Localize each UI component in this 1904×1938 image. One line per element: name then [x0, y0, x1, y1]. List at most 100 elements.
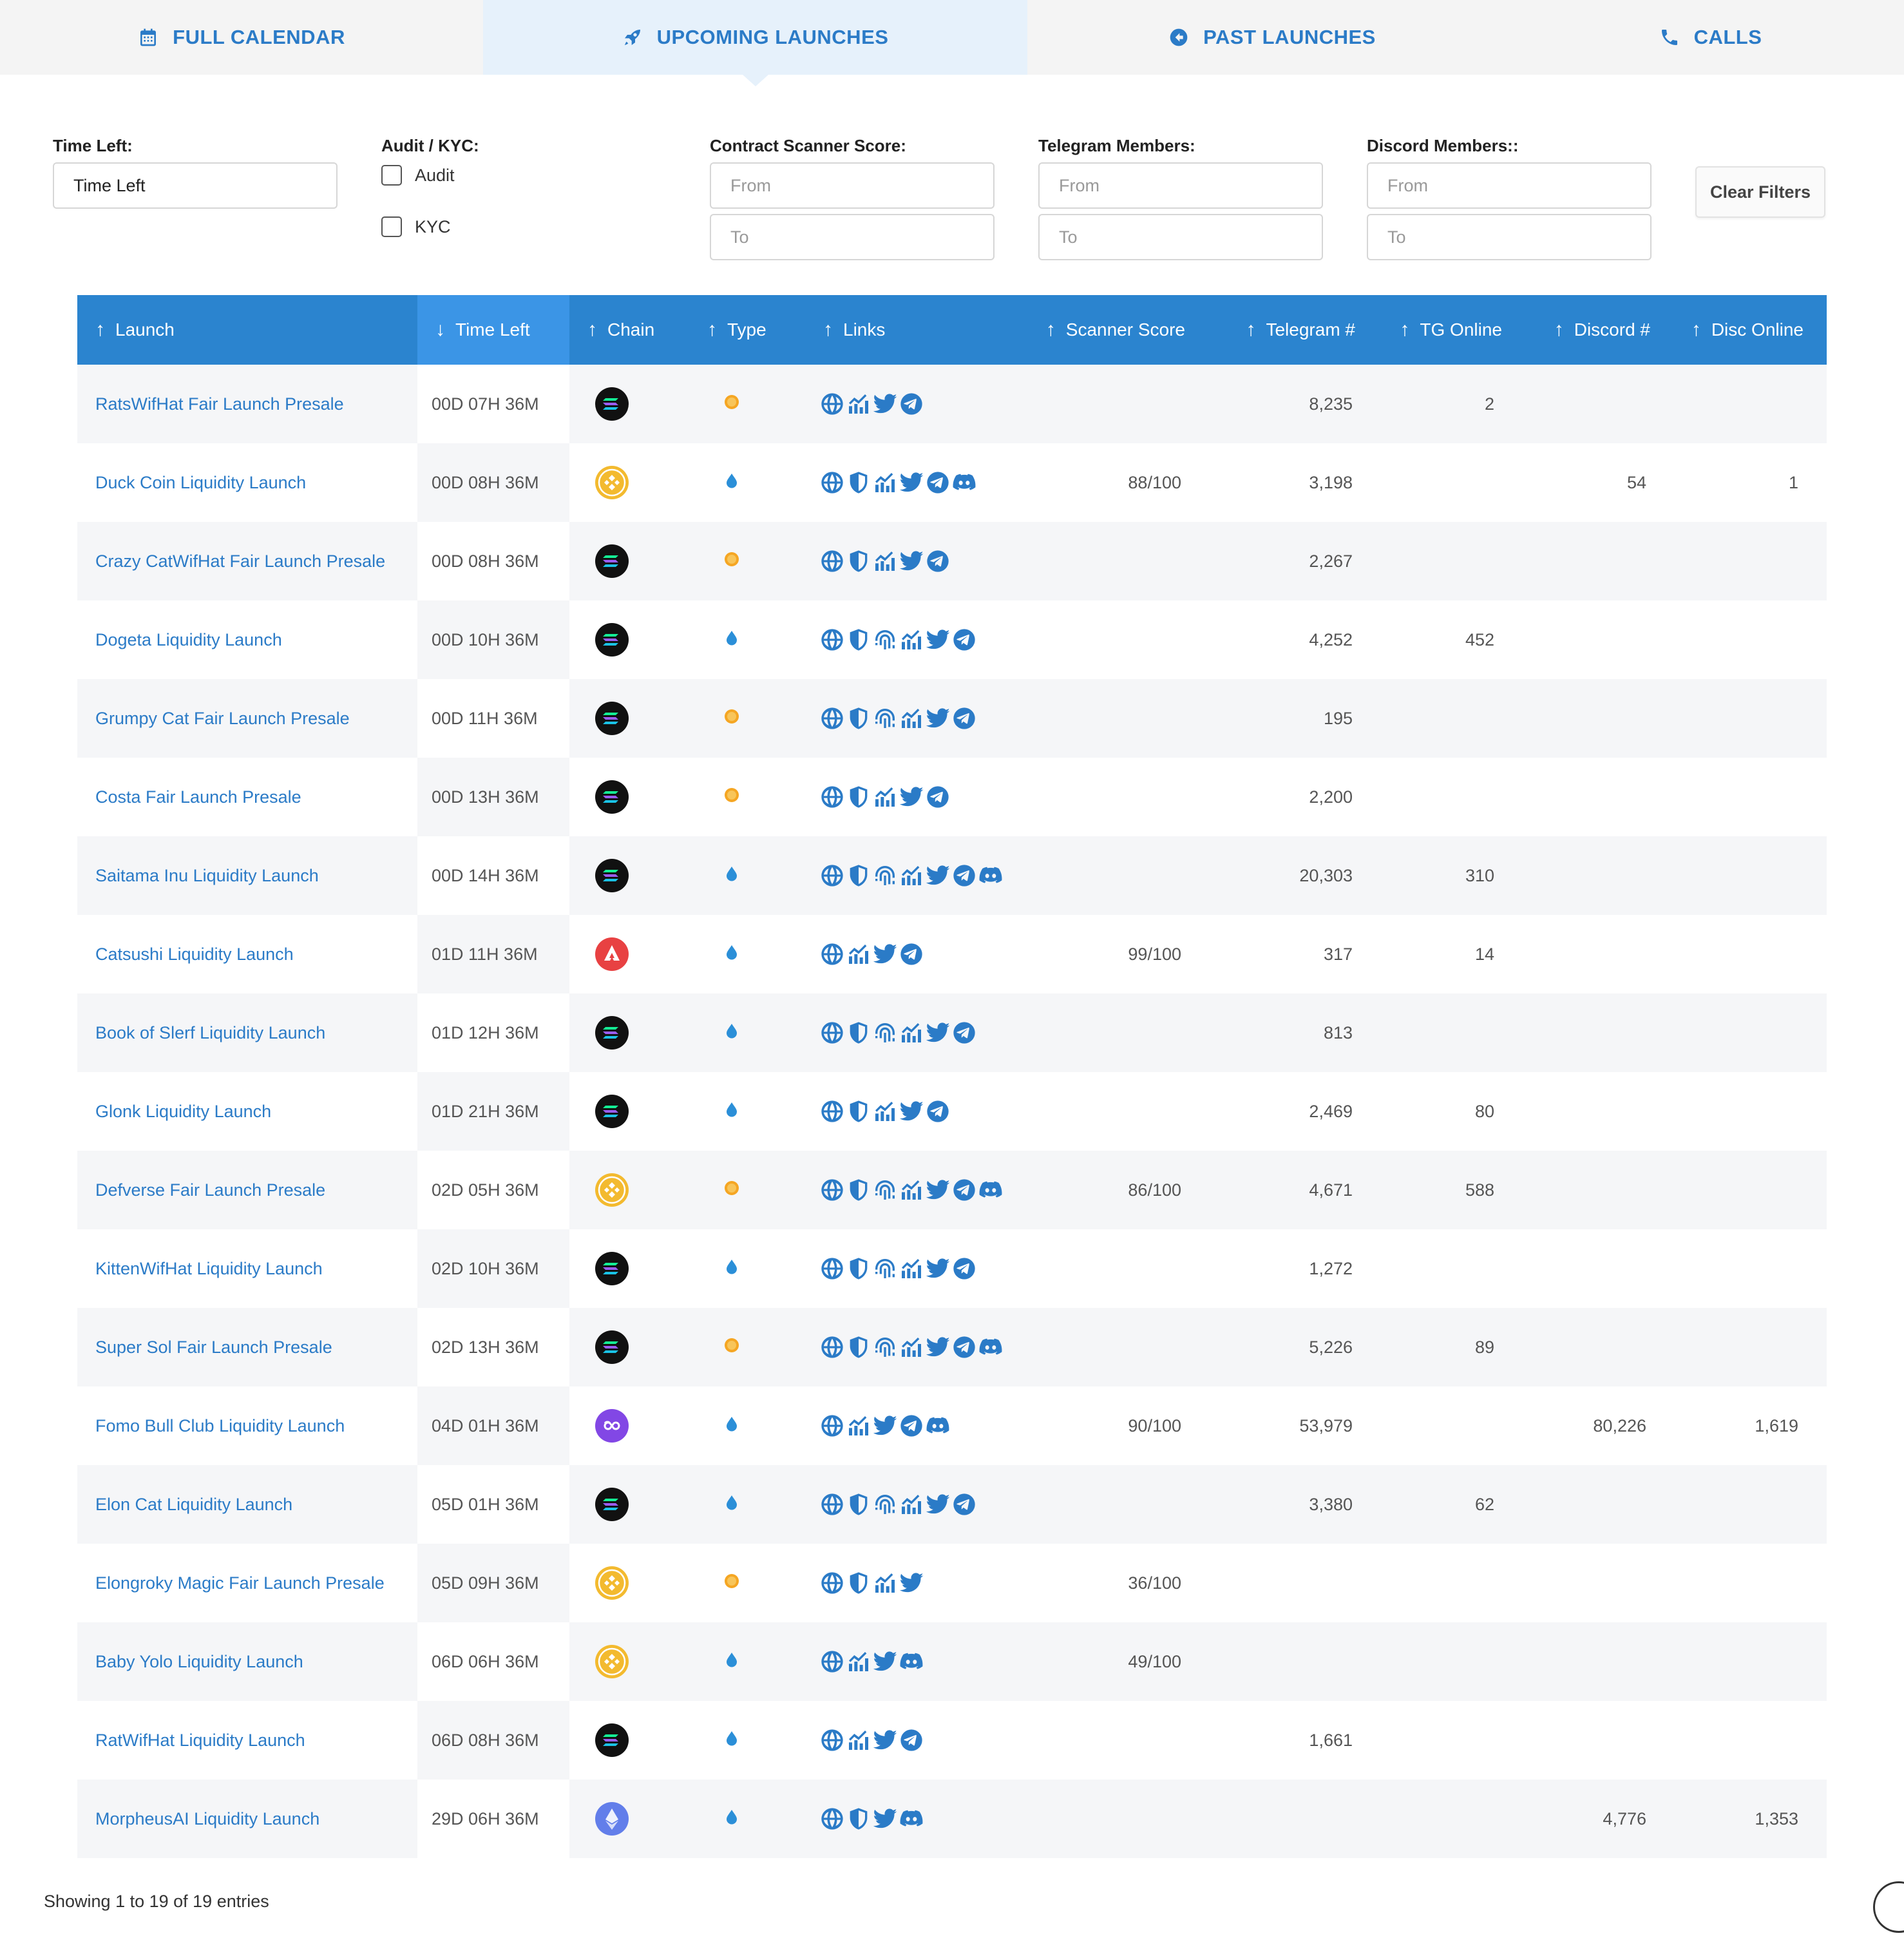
column-header-telegram[interactable]: ↑ Telegram #: [1211, 295, 1385, 365]
twitter-link-icon[interactable]: [925, 1256, 951, 1281]
telegram-link-icon[interactable]: [899, 1413, 924, 1439]
chart-link-icon[interactable]: [899, 705, 924, 731]
twitter-link-icon[interactable]: [925, 863, 951, 888]
chart-link-icon[interactable]: [846, 1727, 871, 1753]
column-header-tg-online[interactable]: ↑ TG Online: [1385, 295, 1534, 365]
column-header-chain[interactable]: ↑ Chain: [569, 295, 689, 365]
discord-to-input[interactable]: [1367, 214, 1652, 260]
web-link-icon[interactable]: [819, 1256, 845, 1281]
shield-link-icon[interactable]: [846, 1177, 871, 1203]
twitter-link-icon[interactable]: [925, 1492, 951, 1517]
audit-checkbox[interactable]: Audit: [381, 162, 479, 188]
discord-from-input[interactable]: [1367, 162, 1652, 209]
shield-link-icon[interactable]: [846, 1806, 871, 1832]
telegram-link-icon[interactable]: [899, 391, 924, 417]
chart-link-icon[interactable]: [899, 627, 924, 653]
telegram-link-icon[interactable]: [951, 1020, 977, 1046]
chart-link-icon[interactable]: [872, 784, 898, 810]
chat-launcher-button[interactable]: [1873, 1881, 1904, 1933]
twitter-link-icon[interactable]: [925, 705, 951, 731]
column-header-scanner-score[interactable]: ↑ Scanner Score: [1024, 295, 1211, 365]
twitter-link-icon[interactable]: [899, 784, 924, 810]
web-link-icon[interactable]: [819, 627, 845, 653]
shield-link-icon[interactable]: [846, 1020, 871, 1046]
shield-link-icon[interactable]: [846, 627, 871, 653]
discord-link-icon[interactable]: [978, 1177, 1004, 1203]
tab-upcoming-launches[interactable]: UPCOMING LAUNCHES: [483, 0, 1027, 86]
web-link-icon[interactable]: [819, 1649, 845, 1674]
twitter-link-icon[interactable]: [899, 470, 924, 495]
twitter-link-icon[interactable]: [872, 941, 898, 967]
telegram-link-icon[interactable]: [951, 863, 977, 888]
web-link-icon[interactable]: [819, 941, 845, 967]
launch-link[interactable]: Catsushi Liquidity Launch: [95, 945, 294, 964]
fingerprint-link-icon[interactable]: [872, 863, 898, 888]
twitter-link-icon[interactable]: [872, 1413, 898, 1439]
launch-link[interactable]: Grumpy Cat Fair Launch Presale: [95, 709, 350, 729]
web-link-icon[interactable]: [819, 1727, 845, 1753]
web-link-icon[interactable]: [819, 1334, 845, 1360]
column-header-time-left[interactable]: ↓ Time Left: [417, 295, 569, 365]
launch-link[interactable]: Crazy CatWifHat Fair Launch Presale: [95, 552, 385, 571]
web-link-icon[interactable]: [819, 1570, 845, 1596]
kyc-checkbox[interactable]: KYC: [381, 214, 479, 240]
scanner-from-input[interactable]: [710, 162, 995, 209]
web-link-icon[interactable]: [819, 863, 845, 888]
launch-link[interactable]: Elongroky Magic Fair Launch Presale: [95, 1573, 385, 1593]
launch-link[interactable]: Defverse Fair Launch Presale: [95, 1180, 325, 1200]
shield-link-icon[interactable]: [846, 863, 871, 888]
chart-link-icon[interactable]: [846, 941, 871, 967]
discord-link-icon[interactable]: [978, 1334, 1004, 1360]
chart-link-icon[interactable]: [899, 1177, 924, 1203]
chart-link-icon[interactable]: [872, 470, 898, 495]
column-header-discord[interactable]: ↑ Discord #: [1534, 295, 1686, 365]
web-link-icon[interactable]: [819, 548, 845, 574]
web-link-icon[interactable]: [819, 391, 845, 417]
chart-link-icon[interactable]: [872, 1099, 898, 1124]
telegram-to-input[interactable]: [1038, 214, 1323, 260]
telegram-link-icon[interactable]: [925, 470, 951, 495]
telegram-link-icon[interactable]: [951, 1256, 977, 1281]
fingerprint-link-icon[interactable]: [872, 1177, 898, 1203]
launch-link[interactable]: Glonk Liquidity Launch: [95, 1102, 271, 1122]
launch-link[interactable]: RatsWifHat Fair Launch Presale: [95, 394, 344, 414]
telegram-link-icon[interactable]: [899, 1727, 924, 1753]
twitter-link-icon[interactable]: [925, 1334, 951, 1360]
web-link-icon[interactable]: [819, 1099, 845, 1124]
launch-link[interactable]: Fomo Bull Club Liquidity Launch: [95, 1416, 345, 1436]
launch-link[interactable]: Saitama Inu Liquidity Launch: [95, 866, 319, 886]
launch-link[interactable]: Dogeta Liquidity Launch: [95, 630, 282, 650]
checkbox-box[interactable]: [381, 216, 402, 237]
column-header-type[interactable]: ↑ Type: [689, 295, 805, 365]
shield-link-icon[interactable]: [846, 470, 871, 495]
chart-link-icon[interactable]: [899, 863, 924, 888]
discord-link-icon[interactable]: [951, 470, 977, 495]
chart-link-icon[interactable]: [846, 1413, 871, 1439]
shield-link-icon[interactable]: [846, 1256, 871, 1281]
tab-past-launches[interactable]: PAST LAUNCHES: [1027, 0, 1517, 75]
twitter-link-icon[interactable]: [925, 1020, 951, 1046]
column-header-launch[interactable]: ↑ Launch: [77, 295, 417, 365]
web-link-icon[interactable]: [819, 1177, 845, 1203]
twitter-link-icon[interactable]: [872, 1806, 898, 1832]
twitter-link-icon[interactable]: [872, 391, 898, 417]
shield-link-icon[interactable]: [846, 705, 871, 731]
fingerprint-link-icon[interactable]: [872, 1492, 898, 1517]
telegram-link-icon[interactable]: [951, 627, 977, 653]
column-header-disc-online[interactable]: ↑ Disc Online: [1686, 295, 1827, 365]
tab-calls[interactable]: CALLS: [1517, 0, 1904, 75]
telegram-link-icon[interactable]: [951, 705, 977, 731]
scanner-to-input[interactable]: [710, 214, 995, 260]
web-link-icon[interactable]: [819, 1806, 845, 1832]
time-left-select[interactable]: [53, 162, 338, 209]
telegram-link-icon[interactable]: [925, 548, 951, 574]
chart-link-icon[interactable]: [899, 1492, 924, 1517]
discord-link-icon[interactable]: [978, 863, 1004, 888]
fingerprint-link-icon[interactable]: [872, 627, 898, 653]
launch-link[interactable]: Super Sol Fair Launch Presale: [95, 1338, 332, 1358]
twitter-link-icon[interactable]: [925, 627, 951, 653]
fingerprint-link-icon[interactable]: [872, 705, 898, 731]
fingerprint-link-icon[interactable]: [872, 1334, 898, 1360]
web-link-icon[interactable]: [819, 1020, 845, 1046]
launch-link[interactable]: Book of Slerf Liquidity Launch: [95, 1023, 325, 1043]
